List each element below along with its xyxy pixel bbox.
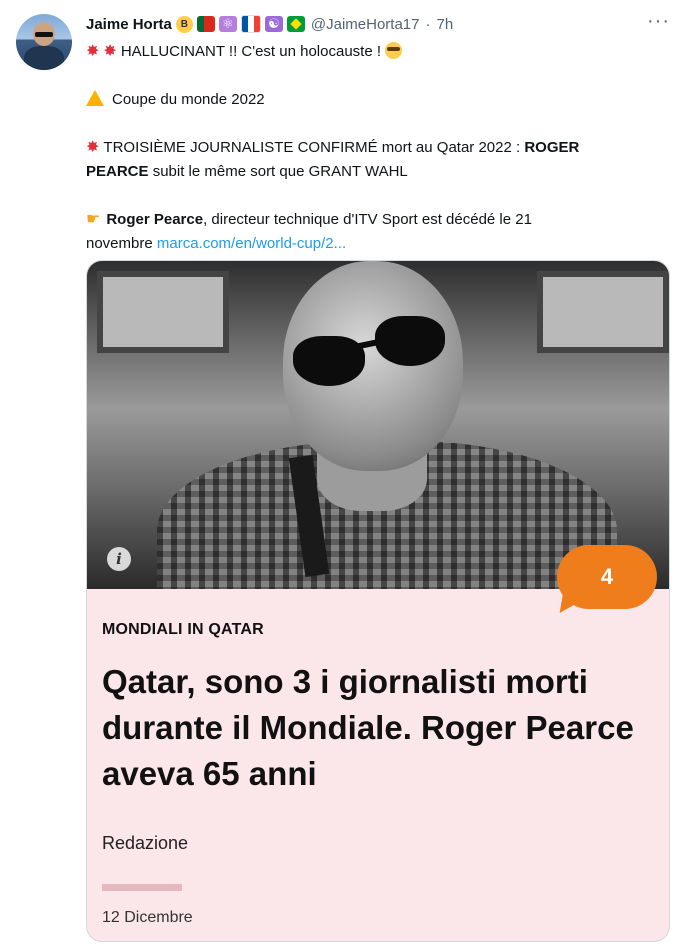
article-date: 12 Dicembre (102, 909, 193, 926)
tweet-line-text: Coupe du monde 2022 (112, 91, 265, 108)
tweet-line-text: , directeur technique d'ITV Sport est dé… (203, 211, 532, 228)
more-options-icon[interactable]: ··· (647, 10, 670, 33)
tweet-line-text: TROISIÈME JOURNALISTE CONFIRMÉ mort au Q… (103, 139, 521, 156)
tweet-text: ✸ ✸ HALLUCINANT !! C'est un holocauste ! C… (86, 40, 666, 256)
photo-sunglasses-left (293, 336, 365, 386)
article-photo[interactable]: i (87, 261, 669, 589)
collision-icon: ✸ (86, 139, 100, 156)
tweet-line: PEARCE subit le même sort que GRANT WAHL (86, 160, 666, 184)
article-headline[interactable]: Qatar, sono 3 i giornalisti morti durant… (102, 659, 657, 797)
author-handle[interactable]: @JaimeHorta17 (311, 16, 420, 33)
tweet-time[interactable]: 7h (436, 16, 453, 33)
tweet-line-text: novembre (86, 235, 153, 252)
tweet-bold-text: Roger Pearce (106, 211, 204, 228)
comment-count-badge[interactable]: 4 (557, 545, 657, 609)
brazil-flag-icon (286, 16, 305, 32)
tweet-line-text: subit le même sort que GRANT WAHL (152, 163, 408, 180)
avatar-glasses (35, 32, 53, 37)
time-separator: · (425, 15, 431, 33)
background-window (97, 271, 229, 353)
tweet-line: Coupe du monde 2022 (86, 88, 666, 112)
tweet-bold-text: ROGER (524, 139, 580, 156)
avatar-shirt (24, 46, 64, 70)
warning-icon (86, 90, 104, 106)
sunglasses-emoji-icon: B (175, 15, 193, 33)
portugal-flag-icon (196, 16, 215, 32)
article-link[interactable]: marca.com/en/world-cup/2... (157, 235, 346, 252)
article-author: Redazione (102, 833, 189, 853)
nerd-face-icon (385, 42, 403, 59)
tweet-line: ✸ ✸ HALLUCINANT !! C'est un holocauste ! (86, 40, 666, 64)
collision-icon: ✸ (86, 43, 100, 60)
info-icon[interactable]: i (107, 547, 131, 571)
yin-yang-icon: ☯ (264, 16, 283, 32)
tweet-line: novembre marca.com/en/world-cup/2... (86, 232, 666, 256)
tweet-header: Jaime Horta B ⚛ ☯ @JaimeHorta17 · 7h (86, 12, 453, 36)
author-name[interactable]: Jaime Horta (86, 16, 172, 33)
tweet-line: ☛ Roger Pearce, directeur technique d'ITV… (86, 208, 666, 232)
pointing-hand-icon: ☛ (86, 211, 101, 228)
france-flag-icon (240, 15, 261, 33)
tweet-line-text: HALLUCINANT !! C'est un holocauste ! (120, 43, 382, 60)
atom-icon: ⚛ (218, 16, 237, 32)
collision-icon: ✸ (103, 43, 117, 60)
tweet-bold-text: PEARCE (86, 163, 149, 180)
photo-sunglasses-right (375, 316, 445, 366)
avatar[interactable] (16, 14, 72, 70)
background-window (537, 271, 669, 353)
tweet[interactable]: Jaime Horta B ⚛ ☯ @JaimeHorta17 · 7h ···… (0, 0, 700, 944)
article-kicker: MONDIALI IN QATAR (102, 621, 264, 638)
tweet-line: ✸ TROISIÈME JOURNALISTE CONFIRMÉ mort au … (86, 136, 666, 160)
link-preview-card[interactable]: i 4 MONDIALI IN QATAR Qatar, sono 3 i gi… (86, 260, 670, 942)
divider (102, 884, 182, 891)
